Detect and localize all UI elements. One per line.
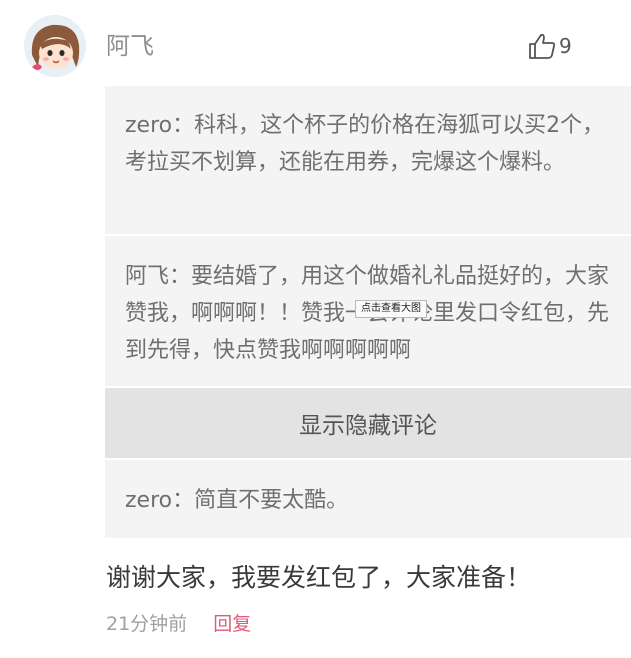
quoted-reply: zero：科科，这个杯子的价格在海狐可以买2个，考拉买不划算，还能在用券，完爆这… <box>125 113 605 175</box>
comment-meta: 21分钟前 回复 <box>106 610 251 638</box>
comment-text: 谢谢大家，我要发红包了，大家准备！ <box>106 563 532 592</box>
like-button[interactable]: 9 <box>528 30 572 62</box>
show-hidden-comments-button[interactable]: 显示隐藏评论 <box>105 386 631 460</box>
username[interactable]: 阿飞 <box>106 30 154 62</box>
user-avatar[interactable] <box>24 15 86 77</box>
comment-card: 阿飞 9 zero：科科，这个杯子的价格在海狐可以买2个，考拉买不划算，还能在用… <box>0 0 631 658</box>
quoted-replies: zero：科科，这个杯子的价格在海狐可以买2个，考拉买不划算，还能在用券，完爆这… <box>105 86 631 538</box>
reply-button[interactable]: 回复 <box>213 613 251 635</box>
divider <box>105 234 631 236</box>
quoted-reply: zero：简直不要太酷。 <box>125 488 349 513</box>
cartoon-girl-avatar-icon <box>24 15 86 77</box>
timestamp: 21分钟前 <box>106 613 188 635</box>
thumbs-up-icon <box>529 33 556 59</box>
image-tooltip: 点击查看大图 <box>355 300 427 318</box>
like-count: 9 <box>559 34 572 58</box>
